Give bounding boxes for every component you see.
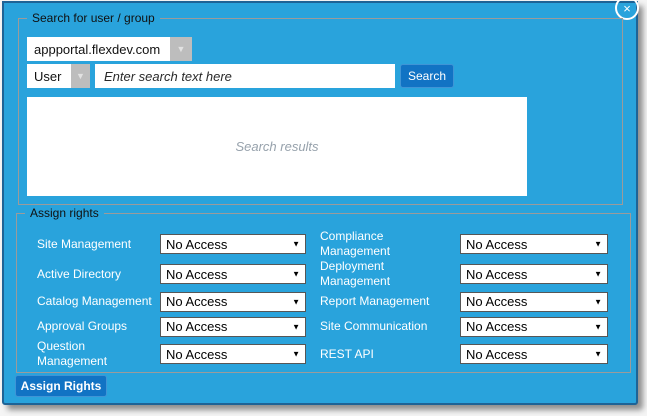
rights-grid: Site Management No Access Compliance Man… xyxy=(37,229,608,369)
close-button[interactable]: × xyxy=(615,0,639,20)
domain-combobox-value: appportal.flexdev.com xyxy=(27,37,170,61)
select-approval-groups[interactable]: No Access xyxy=(160,317,306,337)
search-results-panel: Search results xyxy=(27,97,527,196)
label-site-communication: Site Communication xyxy=(306,319,460,334)
label-active-directory: Active Directory xyxy=(37,267,160,282)
select-wrap-compliance-management: No Access xyxy=(460,234,608,254)
select-wrap-site-management: No Access xyxy=(160,234,306,254)
select-wrap-approval-groups: No Access xyxy=(160,317,306,337)
chevron-down-icon[interactable]: ▼ xyxy=(170,37,192,61)
select-wrap-deployment-management: No Access xyxy=(460,264,608,284)
page-background: × Search for user / group appportal.flex… xyxy=(0,0,647,416)
select-rest-api[interactable]: No Access xyxy=(460,344,608,364)
label-catalog-management: Catalog Management xyxy=(37,294,160,309)
chevron-down-icon[interactable]: ▼ xyxy=(71,64,90,88)
domain-combobox[interactable]: appportal.flexdev.com ▼ xyxy=(27,37,192,61)
search-results-placeholder: Search results xyxy=(235,139,318,154)
label-approval-groups: Approval Groups xyxy=(37,319,160,334)
search-type-combobox-value: User xyxy=(27,64,71,88)
assign-rights-dialog: × Search for user / group appportal.flex… xyxy=(2,1,638,405)
select-wrap-catalog-management: No Access xyxy=(160,292,306,312)
search-group-box: Search for user / group appportal.flexde… xyxy=(18,18,623,205)
select-wrap-site-communication: No Access xyxy=(460,317,608,337)
label-site-management: Site Management xyxy=(37,237,160,252)
search-button[interactable]: Search xyxy=(400,64,454,88)
select-catalog-management[interactable]: No Access xyxy=(160,292,306,312)
label-rest-api: REST API xyxy=(306,347,460,362)
select-site-management[interactable]: No Access xyxy=(160,234,306,254)
search-type-combobox[interactable]: User ▼ xyxy=(27,64,90,88)
label-report-management: Report Management xyxy=(306,294,460,309)
search-input[interactable] xyxy=(95,64,395,88)
select-site-communication[interactable]: No Access xyxy=(460,317,608,337)
assign-rights-group-box: Assign rights Site Management No Access … xyxy=(16,213,631,373)
label-question-management: Question Management xyxy=(37,339,123,369)
select-wrap-rest-api: No Access xyxy=(460,344,608,364)
select-wrap-report-management: No Access xyxy=(460,292,608,312)
search-group-title: Search for user / group xyxy=(27,11,160,25)
select-question-management[interactable]: No Access xyxy=(160,344,306,364)
select-compliance-management[interactable]: No Access xyxy=(460,234,608,254)
label-deployment-management: Deployment Management xyxy=(306,259,460,289)
select-active-directory[interactable]: No Access xyxy=(160,264,306,284)
assign-rights-group-title: Assign rights xyxy=(25,206,104,220)
label-compliance-management: Compliance Management xyxy=(306,229,460,259)
close-icon: × xyxy=(623,1,631,16)
select-report-management[interactable]: No Access xyxy=(460,292,608,312)
select-deployment-management[interactable]: No Access xyxy=(460,264,608,284)
select-wrap-active-directory: No Access xyxy=(160,264,306,284)
select-wrap-question-management: No Access xyxy=(160,344,306,364)
assign-rights-button[interactable]: Assign Rights xyxy=(15,375,107,397)
